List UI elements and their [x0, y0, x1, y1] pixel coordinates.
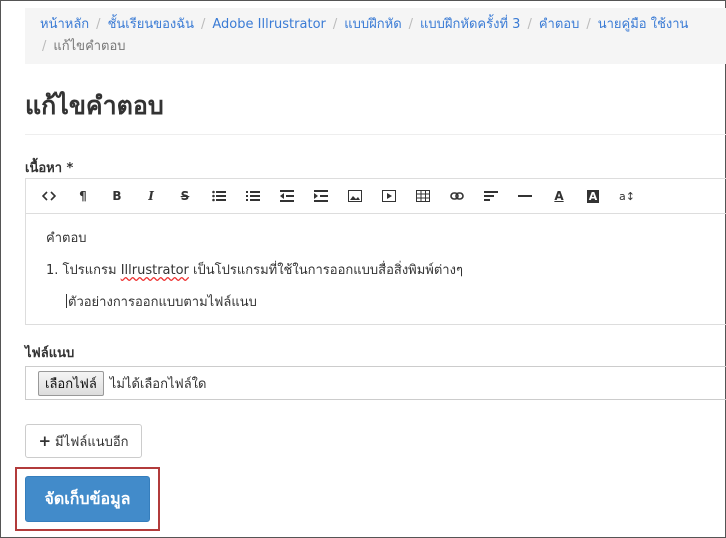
rich-text-editor: ¶ B I S A A a↕ คำตอบ 1. โปรแกรม Illrustr… — [25, 178, 726, 325]
breadcrumb-home[interactable]: หน้าหลัก — [40, 17, 89, 32]
strikethrough-icon[interactable]: S — [168, 181, 202, 211]
breadcrumb-answers[interactable]: คำตอบ — [539, 17, 580, 32]
misspelled-word: Illrustrator — [120, 263, 189, 278]
text-caret — [66, 294, 67, 308]
paragraph-icon[interactable]: ¶ — [66, 181, 100, 211]
image-icon[interactable] — [338, 181, 372, 211]
text-color-icon[interactable]: A — [542, 181, 576, 211]
horizontal-rule-icon[interactable] — [508, 181, 542, 211]
attachment-label: ไฟล์แนบ — [25, 346, 75, 361]
editor-toolbar: ¶ B I S A A a↕ — [26, 179, 726, 214]
breadcrumb-separator: / — [96, 17, 101, 32]
save-button[interactable]: จัดเก็บข้อมูล — [25, 476, 150, 522]
plus-icon: + — [38, 432, 52, 450]
add-attachment-button[interactable]: + มีไฟล์แนบอีก — [25, 424, 142, 458]
editor-text: 1. โปรแกรม — [46, 263, 121, 278]
breadcrumb-course[interactable]: Adobe Illrustrator — [212, 17, 325, 32]
breadcrumb-current: แก้ไขคำตอบ — [53, 39, 126, 54]
breadcrumb-exercises[interactable]: แบบฝึกหัด — [344, 17, 401, 32]
breadcrumb-separator: / — [42, 39, 47, 54]
breadcrumb-separator: / — [408, 17, 414, 32]
editor-line: ตัวอย่างการออกแบบตามไฟล์แนบ — [66, 291, 257, 312]
align-icon[interactable] — [474, 181, 508, 211]
breadcrumb-separator: / — [201, 17, 206, 32]
video-icon[interactable] — [372, 181, 406, 211]
indent-icon[interactable] — [304, 181, 338, 211]
link-icon[interactable] — [440, 181, 474, 211]
editor-text: ตัวอย่างการออกแบบตามไฟล์แนบ — [68, 295, 257, 310]
breadcrumb: หน้าหลัก / ชั้นเรียนของฉัน / Adobe Illrustra… — [25, 8, 726, 64]
divider — [25, 134, 726, 135]
breadcrumb-separator: / — [586, 17, 591, 32]
file-input[interactable]: เลือกไฟล์ ไม่ได้เลือกไฟล์ใด — [25, 366, 726, 400]
editor-line: คำตอบ — [46, 231, 87, 246]
bold-icon[interactable]: B — [100, 181, 134, 211]
italic-icon[interactable]: I — [134, 181, 168, 211]
breadcrumb-separator: / — [332, 17, 338, 32]
outdent-icon[interactable] — [270, 181, 304, 211]
breadcrumb-my-classes[interactable]: ชั้นเรียนของฉัน — [108, 17, 194, 32]
font-size-icon[interactable]: a↕ — [610, 181, 644, 211]
breadcrumb-separator: / — [527, 17, 532, 32]
editor-line: 1. โปรแกรม Illrustrator เป็นโปรแกรมที่ใช… — [46, 259, 463, 280]
content-label: เนื้อหา * — [25, 161, 74, 176]
unordered-list-icon[interactable] — [202, 181, 236, 211]
choose-file-button[interactable]: เลือกไฟล์ — [38, 370, 104, 396]
background-color-icon[interactable]: A — [576, 181, 610, 211]
editor-text: เป็นโปรแกรมที่ใช้ในการออกแบบสื่อสิ่งพิมพ… — [188, 263, 463, 278]
ordered-list-icon[interactable] — [236, 181, 270, 211]
breadcrumb-exercise-3[interactable]: แบบฝึกหัดครั้งที่ 3 — [420, 17, 520, 32]
add-attachment-label: มีไฟล์แนบอีก — [55, 434, 129, 450]
table-icon[interactable] — [406, 181, 440, 211]
page-title: แก้ไขคำตอบ — [25, 91, 164, 120]
code-view-icon[interactable] — [32, 181, 66, 211]
breadcrumb-user[interactable]: นายคู่มือ ใช้งาน — [598, 17, 689, 32]
file-status: ไม่ได้เลือกไฟล์ใด — [109, 376, 207, 392]
